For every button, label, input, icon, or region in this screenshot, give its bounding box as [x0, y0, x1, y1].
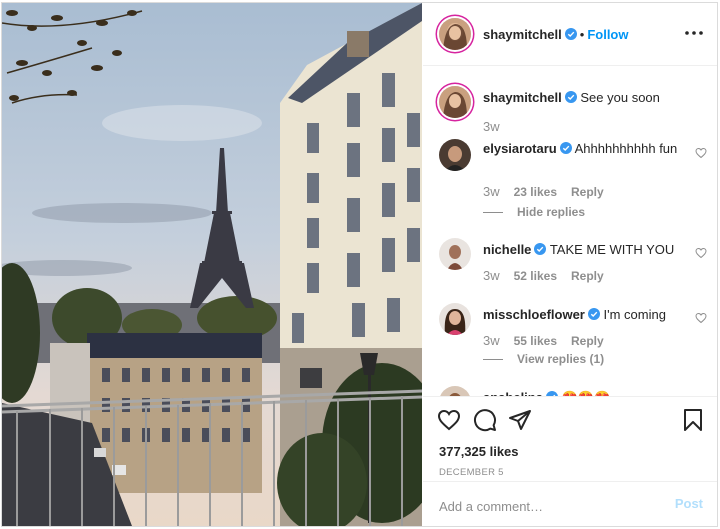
more-options-icon[interactable]: [683, 25, 705, 41]
comment-item: nichelle TAKE ME WITH YOU 3w 52 likes Repl…: [439, 238, 709, 298]
comment-text: I'm coming: [603, 307, 666, 322]
comment-likes[interactable]: 52 likes: [514, 269, 557, 283]
commenter-username[interactable]: nichelle: [483, 242, 531, 257]
verified-badge-icon: [564, 91, 577, 103]
reply-button[interactable]: Reply: [571, 269, 604, 283]
author-avatar[interactable]: [439, 18, 471, 50]
caption: shaymitchell See you soon 3w: [439, 86, 709, 136]
post-comment-button[interactable]: Post: [675, 496, 703, 511]
commenter-avatar[interactable]: [439, 303, 471, 335]
comment-text: TAKE ME WITH YOU: [549, 242, 675, 257]
comment-like-icon[interactable]: [695, 147, 707, 159]
author-username[interactable]: shaymitchell: [483, 27, 562, 42]
verified-badge-icon: [564, 28, 577, 40]
view-replies-button[interactable]: View replies (1): [483, 351, 604, 368]
comment-text: Ahhhhhhhhhh fun: [574, 141, 678, 156]
replies-toggle-label: Hide replies: [517, 205, 586, 219]
comment-likes[interactable]: 23 likes: [514, 185, 557, 199]
follow-button[interactable]: Follow: [587, 27, 628, 42]
comment-age: 3w: [483, 268, 500, 283]
likes-count[interactable]: 377,325 likes: [439, 444, 519, 459]
comment-item: anabelina 😍😍😍: [439, 386, 709, 396]
verified-badge-icon: [559, 142, 572, 154]
add-comment-input[interactable]: [437, 496, 661, 516]
comment-age: 3w: [483, 333, 500, 348]
replies-line: [483, 212, 503, 214]
paris-eiffel-tower-image: [2, 3, 422, 526]
caption-age: 3w: [483, 119, 500, 134]
comment-list[interactable]: shaymitchell See you soon 3w elysiarotar…: [423, 66, 717, 396]
commenter-avatar[interactable]: [439, 238, 471, 270]
post-header: shaymitchell • Follow: [423, 3, 717, 66]
post-actions: 377,325 likes DECEMBER 5 Post: [423, 396, 717, 526]
comment-like-icon[interactable]: [695, 247, 707, 259]
commenter-avatar[interactable]: [439, 386, 471, 396]
heart-icon[interactable]: [437, 408, 461, 432]
commenter-avatar[interactable]: [439, 139, 471, 171]
post-photo[interactable]: [2, 3, 422, 526]
commenter-username[interactable]: misschloeflower: [483, 307, 585, 322]
comment-age: 3w: [483, 184, 500, 199]
comment-like-icon[interactable]: [695, 312, 707, 324]
bookmark-icon[interactable]: [681, 408, 705, 432]
comment-likes[interactable]: 55 likes: [514, 334, 557, 348]
caption-text: See you soon: [580, 90, 660, 105]
add-comment-bar: Post: [423, 481, 717, 526]
replies-toggle-label: View replies (1): [517, 352, 605, 366]
separator-dot: •: [579, 27, 585, 42]
instagram-post: shaymitchell • Follow shaymitchell See you…: [1, 2, 718, 527]
reply-button[interactable]: Reply: [571, 334, 604, 348]
caption-avatar[interactable]: [439, 86, 471, 118]
comment-item: misschloeflower I'm coming 3w 55 likes Rep…: [439, 303, 709, 373]
commenter-username[interactable]: elysiarotaru: [483, 141, 557, 156]
verified-badge-icon: [587, 308, 600, 320]
verified-badge-icon: [534, 243, 547, 255]
comment-item: elysiarotaru Ahhhhhhhhhh fun 3w 23 likes R…: [439, 137, 709, 227]
replies-line: [483, 359, 503, 361]
post-side-panel: shaymitchell • Follow shaymitchell See you…: [423, 3, 717, 526]
caption-username[interactable]: shaymitchell: [483, 90, 562, 105]
comment-icon[interactable]: [473, 408, 497, 432]
post-date[interactable]: DECEMBER 5: [439, 467, 504, 478]
hide-replies-button[interactable]: Hide replies: [483, 204, 585, 221]
reply-button[interactable]: Reply: [571, 185, 604, 199]
share-icon[interactable]: [508, 408, 532, 432]
